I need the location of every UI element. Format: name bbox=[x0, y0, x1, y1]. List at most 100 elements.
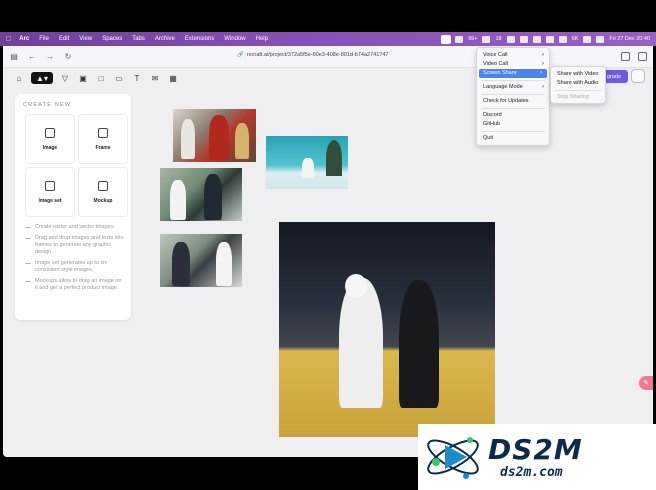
atom-logo-icon bbox=[418, 424, 488, 490]
card-label: Frame bbox=[95, 144, 111, 151]
menu-window[interactable]: Window bbox=[224, 36, 245, 42]
avatar[interactable] bbox=[631, 69, 645, 83]
create-mockup-card[interactable]: Mockup bbox=[78, 167, 128, 217]
check-icon[interactable] bbox=[482, 35, 491, 43]
menu-edit[interactable]: Edit bbox=[59, 36, 69, 42]
select-tool-icon[interactable]: ▲▾ bbox=[31, 72, 53, 84]
extension-icon[interactable] bbox=[621, 52, 630, 61]
menu-item-share-video[interactable]: Share with Video bbox=[551, 70, 605, 79]
menu-file[interactable]: File bbox=[39, 36, 49, 42]
screen-share-submenu: Share with Video Share with Audio Stop S… bbox=[550, 66, 606, 104]
menu-item-screen-share[interactable]: Screen Share › bbox=[479, 69, 547, 78]
menu-view[interactable]: View bbox=[79, 36, 92, 42]
menu-divider bbox=[481, 94, 545, 95]
image-tool-icon[interactable]: ▣ bbox=[77, 72, 89, 84]
screen-share-app-icon[interactable] bbox=[441, 34, 452, 44]
status-app-menu: Voice Call › Video Call › Screen Share ›… bbox=[476, 47, 550, 146]
home-icon[interactable]: ⌂ bbox=[13, 72, 25, 84]
frame-icon bbox=[98, 127, 108, 138]
menu-item-label: Video Call bbox=[483, 61, 508, 67]
menu-help[interactable]: Help bbox=[256, 36, 268, 42]
menu-app-arc[interactable]: Arc bbox=[19, 36, 29, 42]
panel-title: CREATE NEW bbox=[23, 102, 72, 108]
canvas-image-astronaut-couple[interactable] bbox=[279, 222, 495, 437]
card-label: Mockup bbox=[93, 197, 113, 204]
image-icon bbox=[45, 127, 55, 138]
watermark-text: DS2M ds2m.com bbox=[488, 432, 583, 480]
control-center-icon[interactable] bbox=[558, 35, 567, 43]
chevron-right-icon: › bbox=[542, 61, 544, 67]
image-set-icon bbox=[45, 180, 55, 191]
card-label: Image set bbox=[38, 197, 62, 204]
menu-item-discord[interactable]: Discord bbox=[477, 111, 549, 120]
status-icon[interactable] bbox=[506, 35, 515, 43]
menu-divider bbox=[481, 80, 545, 81]
menu-item-github[interactable]: GitHub bbox=[477, 120, 549, 129]
battery-icon[interactable] bbox=[583, 35, 592, 43]
wechat-icon[interactable] bbox=[455, 35, 464, 43]
shirt-icon bbox=[98, 180, 108, 191]
canvas-image-snowman-beach[interactable] bbox=[266, 136, 348, 189]
notification-count: 99+ bbox=[468, 36, 478, 42]
assistant-bubble-icon[interactable]: ✎ bbox=[639, 376, 653, 390]
frame-tool-icon[interactable]: □ bbox=[95, 72, 107, 84]
reload-icon[interactable]: ↻ bbox=[63, 52, 73, 62]
chevron-right-icon: › bbox=[542, 52, 544, 58]
ds2m-watermark: DS2M ds2m.com bbox=[418, 424, 656, 490]
create-frame-card[interactable]: Frame bbox=[78, 114, 128, 164]
watermark-title: DS2M bbox=[488, 432, 583, 466]
canvas-image-man-and-robot[interactable] bbox=[160, 234, 242, 287]
menu-item-voice-call[interactable]: Voice Call › bbox=[477, 51, 549, 60]
canvas-image-robot-running[interactable] bbox=[160, 168, 242, 221]
status-count: 18 bbox=[495, 36, 502, 42]
create-image-card[interactable]: Image bbox=[25, 114, 75, 164]
search-icon[interactable] bbox=[596, 35, 605, 43]
canvas-image-robots-fighting[interactable] bbox=[173, 109, 256, 162]
menu-spaces[interactable]: Spaces bbox=[102, 36, 122, 42]
menu-extensions[interactable]: Extensions bbox=[185, 36, 214, 42]
tip-item: Mockups allow to drag an image on it and… bbox=[25, 278, 125, 292]
mockup-tool-icon[interactable]: ▭ bbox=[113, 72, 125, 84]
tip-item: Image set generates up to six consistent… bbox=[25, 260, 125, 274]
menu-item-label: Language Mode bbox=[483, 84, 523, 90]
tray-icon[interactable] bbox=[519, 35, 528, 43]
menu-item-video-call[interactable]: Video Call › bbox=[477, 60, 549, 69]
menu-item-quit[interactable]: Quit bbox=[477, 134, 549, 143]
menu-tabs[interactable]: Tabs bbox=[132, 36, 145, 42]
menu-divider bbox=[555, 90, 601, 91]
menu-archive[interactable]: Archive bbox=[155, 36, 175, 42]
watermark-subtitle: ds2m.com bbox=[500, 464, 563, 480]
menubar-status-area: 99+ 18 6K Fri 27 Dec 20:40 bbox=[441, 34, 650, 44]
text-tool-icon[interactable]: T bbox=[131, 72, 143, 84]
more-tools-icon[interactable]: ▦ bbox=[167, 72, 179, 84]
sidebar-toggle-icon[interactable]: ▤ bbox=[9, 52, 19, 62]
create-image-set-card[interactable]: Image set bbox=[25, 167, 75, 217]
apple-icon[interactable]:  bbox=[6, 36, 11, 43]
card-label: Image bbox=[42, 144, 58, 151]
comment-tool-icon[interactable]: ✉ bbox=[149, 72, 161, 84]
tip-item: Drag and drop images and texts into fram… bbox=[25, 235, 125, 256]
browser-window: ▤ ← → ↻ 🔗 recraft.ai/project/372a5f5e-60… bbox=[3, 46, 653, 457]
forward-icon[interactable]: → bbox=[45, 52, 55, 62]
wifi-icon[interactable] bbox=[545, 35, 554, 43]
menu-item-label: Screen Share bbox=[483, 70, 517, 76]
menu-divider bbox=[481, 108, 545, 109]
menu-item-language-mode[interactable]: Language Mode › bbox=[477, 83, 549, 92]
create-new-panel: CREATE NEW Image Frame Image set Mockup … bbox=[15, 94, 131, 320]
menubar-clock[interactable]: Fri 27 Dec 20:40 bbox=[609, 36, 650, 42]
cloud-icon[interactable] bbox=[532, 35, 541, 43]
lasso-tool-icon[interactable]: ▽ bbox=[59, 72, 71, 84]
browser-titlebar: ▤ ← → ↻ 🔗 recraft.ai/project/372a5f5e-60… bbox=[3, 46, 653, 68]
menu-item-share-audio[interactable]: Share with Audio bbox=[551, 79, 605, 88]
tips-list: Create raster and vector images. Drag an… bbox=[25, 224, 125, 292]
split-view-icon[interactable] bbox=[638, 52, 647, 61]
menu-item-check-updates[interactable]: Check for Updates bbox=[477, 97, 549, 106]
chevron-right-icon: › bbox=[542, 84, 544, 90]
back-icon[interactable]: ← bbox=[27, 52, 37, 62]
titlebar-right-tools bbox=[621, 52, 647, 61]
menu-item-label: Voice Call bbox=[483, 52, 508, 58]
chevron-right-icon: › bbox=[540, 70, 542, 76]
create-options-grid: Image Frame Image set Mockup bbox=[25, 114, 128, 217]
url-bar[interactable]: 🔗 recraft.ai/project/372a5f5e-60e3-408e-… bbox=[237, 52, 388, 58]
menu-item-stop-sharing: Stop Sharing bbox=[557, 94, 589, 100]
